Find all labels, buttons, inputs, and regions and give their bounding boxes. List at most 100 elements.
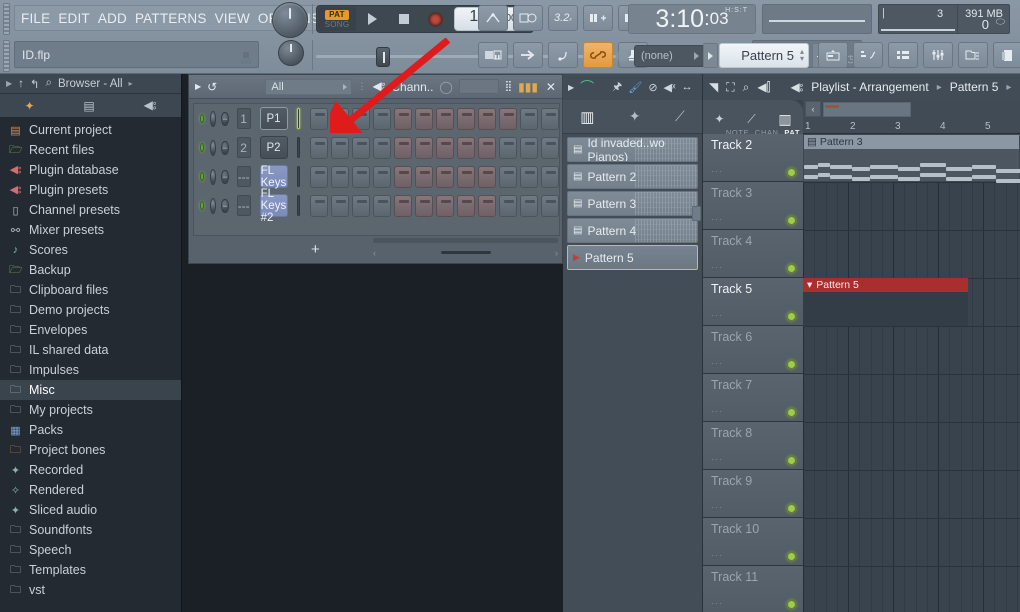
step-button[interactable] xyxy=(499,166,517,188)
channel-name-FLKeys2[interactable]: FL Keys #2 xyxy=(260,194,288,217)
step-button[interactable] xyxy=(478,137,496,159)
master-pitch-knob[interactable] xyxy=(278,40,304,66)
step-button[interactable] xyxy=(541,166,559,188)
browser-item-impulses[interactable]: 🗀Impulses xyxy=(0,360,181,380)
track-handle-icon[interactable]: ··· xyxy=(711,502,723,512)
step-button[interactable] xyxy=(394,137,412,159)
step-button[interactable] xyxy=(310,137,328,159)
track-enable-led[interactable] xyxy=(787,456,796,465)
step-button[interactable] xyxy=(415,166,433,188)
pattern-prev-button[interactable] xyxy=(703,43,718,68)
step-button[interactable] xyxy=(520,195,538,217)
step-sequencer-row[interactable] xyxy=(310,137,559,159)
browser-item-il-shared-data[interactable]: 🗀IL shared data xyxy=(0,340,181,360)
menu-item-add[interactable]: ADD xyxy=(98,11,127,26)
peak-meter-panel[interactable] xyxy=(762,4,872,34)
rack-zoom-control[interactable]: ‹› xyxy=(373,247,558,258)
clip-header[interactable]: ▤Pattern 3 xyxy=(804,135,1019,149)
track-handle-icon[interactable]: ··· xyxy=(711,550,723,560)
playlist-track-header[interactable]: Track 9··· xyxy=(703,470,803,518)
silence-icon[interactable]: ⊘ xyxy=(648,81,657,94)
browser-item-demo-projects[interactable]: 🗀Demo projects xyxy=(0,300,181,320)
menu-item-patterns[interactable]: PATTERNS xyxy=(135,11,207,26)
menu-item-edit[interactable]: EDIT xyxy=(58,11,90,26)
rack-mini-field[interactable] xyxy=(459,79,499,94)
channel-row[interactable]: −---FL Keys xyxy=(194,162,559,191)
step-sequencer-row[interactable] xyxy=(310,166,559,188)
browser-item-sliced-audio[interactable]: ✦Sliced audio xyxy=(0,500,181,520)
pattern-spinner-icon[interactable]: ▴▾ xyxy=(800,48,804,62)
snap-magnet-icon[interactable] xyxy=(478,5,508,31)
step-button[interactable] xyxy=(373,137,391,159)
step-button[interactable] xyxy=(457,166,475,188)
step-button[interactable] xyxy=(331,195,349,217)
tool-pattern-icon[interactable]: ▥ xyxy=(778,111,791,128)
project-file-field[interactable]: ID.flp xyxy=(14,41,259,68)
track-enable-led[interactable] xyxy=(787,552,796,561)
playlist-speaker-icon[interactable]: ◀⦂ xyxy=(790,80,803,95)
browser-tree[interactable]: ▤Current project🗁Recent files◀⦂Plugin da… xyxy=(0,118,181,612)
channel-target-mixer[interactable]: 2 xyxy=(237,137,251,158)
link-icon[interactable] xyxy=(583,42,613,68)
track-enable-led[interactable] xyxy=(787,312,796,321)
browser-item-plugin-presets[interactable]: ◀⦂Plugin presets xyxy=(0,180,181,200)
paint-icon[interactable]: 🖌 xyxy=(628,81,642,94)
channel-step-marker[interactable] xyxy=(297,137,301,158)
playlist-track-header[interactable]: Track 11··· xyxy=(703,566,803,612)
step-button[interactable] xyxy=(457,108,475,130)
channel-step-marker[interactable] xyxy=(297,108,301,129)
snap-icon[interactable]: ◥ xyxy=(709,80,718,94)
multilink-icon[interactable]: 3.2ₓ xyxy=(548,5,578,31)
step-button[interactable] xyxy=(310,108,328,130)
channel-name-P2[interactable]: P2 xyxy=(260,136,288,159)
chevron-right-icon-2[interactable]: ▸ xyxy=(129,79,133,88)
chevron-right-icon[interactable]: ▶ xyxy=(568,83,574,92)
toolbar-grip-2[interactable] xyxy=(3,40,10,72)
step-button[interactable] xyxy=(520,166,538,188)
step-button[interactable] xyxy=(331,108,349,130)
back-arrow-icon[interactable]: ↰ xyxy=(30,77,40,91)
track-enable-led[interactable] xyxy=(787,600,796,609)
clip-header[interactable]: ▾Pattern 5 xyxy=(803,278,968,292)
playlist-track-header[interactable]: Track 2··· xyxy=(703,134,803,182)
channel-step-marker[interactable] xyxy=(297,195,301,216)
channel-pan-knob[interactable] xyxy=(210,169,216,185)
page-icon[interactable]: ▤ xyxy=(83,99,94,113)
rack-horizontal-scrollbar[interactable] xyxy=(373,238,558,243)
master-volume-knob[interactable] xyxy=(272,2,308,38)
playlist-breadcrumb-current[interactable]: Pattern 5 xyxy=(950,80,999,94)
step-button[interactable] xyxy=(310,195,328,217)
pattern-song-toggle[interactable]: PAT SONG xyxy=(318,7,356,31)
channel-pan-knob[interactable] xyxy=(210,198,216,214)
menu-item-file[interactable]: FILE xyxy=(21,11,50,26)
browser-item-recent-files[interactable]: 🗁Recent files xyxy=(0,140,181,160)
browser-item-clipboard-files[interactable]: 🗀Clipboard files xyxy=(0,280,181,300)
step-button[interactable] xyxy=(436,195,454,217)
browser-item-soundfonts[interactable]: 🗀Soundfonts xyxy=(0,520,181,540)
toolbar-grip-1[interactable] xyxy=(3,3,10,35)
channel-group-dropdown[interactable]: All xyxy=(265,79,351,95)
browser-item-mixer-presets[interactable]: ⚯Mixer presets xyxy=(0,220,181,240)
playlist-track-header[interactable]: Track 5··· xyxy=(703,278,803,326)
playlist-clip[interactable]: ▾Pattern 5 xyxy=(803,278,968,326)
step-button[interactable] xyxy=(499,108,517,130)
step-button[interactable] xyxy=(436,166,454,188)
channel-row[interactable]: −1P1 xyxy=(194,104,559,133)
browser-item-channel-presets[interactable]: ▯Channel presets xyxy=(0,200,181,220)
track-handle-icon[interactable]: ··· xyxy=(711,358,723,368)
step-button[interactable] xyxy=(331,137,349,159)
browser-item-recorded[interactable]: ✦Recorded xyxy=(0,460,181,480)
step-button[interactable] xyxy=(331,166,349,188)
tool-automation-icon[interactable]: ⟋ xyxy=(747,112,755,127)
step-button[interactable] xyxy=(352,166,370,188)
step-button[interactable] xyxy=(520,108,538,130)
browser-item-my-projects[interactable]: 🗀My projects xyxy=(0,400,181,420)
pattern-list[interactable]: ▤Id invaded..wo Pianos)▤Pattern 2▤Patter… xyxy=(563,134,702,270)
search-icon[interactable]: ⌕ xyxy=(46,77,52,90)
playlist-track-header[interactable]: Track 7··· xyxy=(703,374,803,422)
typing-keyboard-icon[interactable] xyxy=(513,5,543,31)
browser-item-current-project[interactable]: ▤Current project xyxy=(0,120,181,140)
step-button[interactable] xyxy=(499,137,517,159)
playlist-breadcrumb-root[interactable]: Playlist - Arrangement xyxy=(811,80,928,94)
piano-roll-icon[interactable] xyxy=(478,42,508,68)
